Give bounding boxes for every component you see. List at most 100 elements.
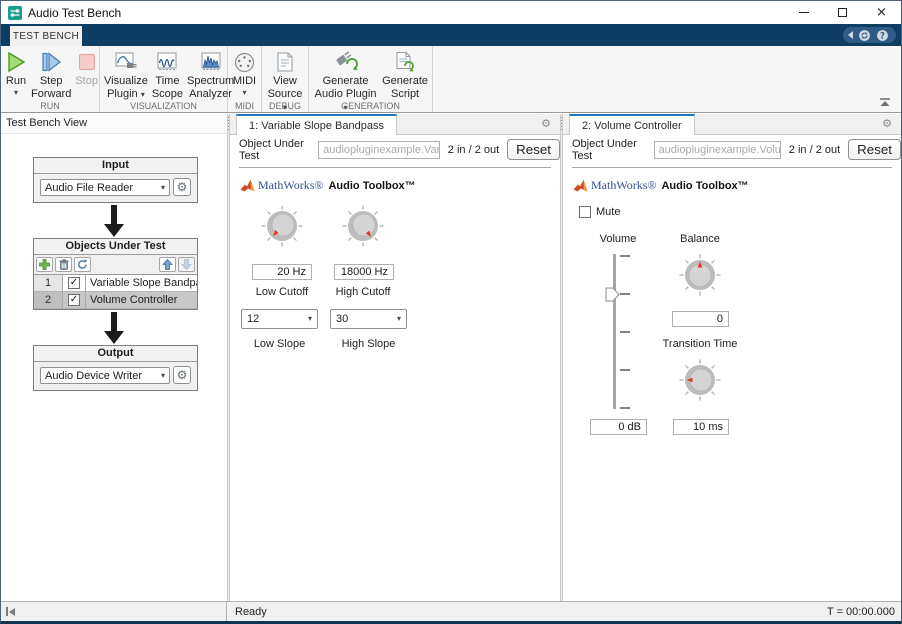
input-settings-button[interactable]: ⚙ (173, 178, 191, 196)
enabled-checkbox[interactable]: ✓ (68, 294, 80, 306)
transition-time-label: Transition Time (650, 338, 750, 350)
object-name[interactable]: Volume Controller (86, 292, 197, 309)
test-bench-view-panel: Test Bench View Input Audio File Reader … (1, 114, 227, 601)
simulation-time: T = 00:00.000 (827, 606, 895, 618)
toolstrip: Run Step Forward Stop RUN (1, 46, 901, 113)
volume-label: Volume (578, 233, 658, 245)
low-cutoff-field[interactable]: 20 Hz (252, 264, 312, 280)
close-button[interactable]: × (862, 1, 901, 24)
object-under-test-label: Object Under Test (239, 138, 310, 162)
visualize-plugin-icon (114, 50, 138, 74)
collapse-panel-button[interactable] (6, 607, 15, 616)
section-generation: Generate Audio Plugin Generate Script GE… (309, 46, 433, 112)
section-visualization: Visualize Plugin Time Scope (100, 46, 228, 112)
panel2-settings-gear-icon[interactable]: ⚙ (882, 118, 892, 129)
io-count: 2 in / 2 out (448, 144, 499, 156)
generate-script-button[interactable]: Generate Script (382, 50, 428, 101)
brand-row: MathWorks® Audio Toolbox™ (573, 178, 749, 193)
balance-knob[interactable] (678, 253, 722, 300)
mathworks-wordmark: MathWorks® (591, 178, 656, 193)
section-midi: MIDI MIDI (228, 46, 262, 112)
run-icon (5, 50, 27, 74)
main-area: Test Bench View Input Audio File Reader … (1, 114, 901, 601)
mathworks-logo-icon (240, 179, 255, 192)
low-cutoff-label: Low Cutoff (242, 286, 322, 298)
output-settings-button[interactable]: ⚙ (173, 366, 191, 384)
high-slope-dropdown[interactable]: 30 (330, 309, 407, 329)
generate-audio-plugin-icon (334, 50, 358, 74)
minimize-button[interactable] (784, 1, 823, 24)
signal-flow-diagram: Input Audio File Reader ⚙ Objects Under … (1, 134, 227, 601)
volume-slider[interactable] (603, 252, 633, 417)
section-label-debug: DEBUG (262, 101, 308, 111)
high-cutoff-field[interactable]: 18000 Hz (334, 264, 394, 280)
step-forward-button[interactable]: Step Forward (31, 50, 71, 101)
object-row-2[interactable]: 2 ✓ Volume Controller (34, 292, 197, 309)
help-icon[interactable]: ? (876, 29, 889, 42)
flow-arrow-down-icon (101, 312, 127, 345)
high-slope-label: High Slope (330, 338, 407, 350)
sync-icon[interactable] (858, 29, 871, 42)
objects-under-test-box: Objects Under Test (33, 238, 198, 310)
stop-button[interactable]: Stop (75, 50, 98, 88)
row-number: 2 (34, 292, 63, 309)
stop-icon (76, 50, 98, 74)
low-slope-label: Low Slope (241, 338, 318, 350)
run-button[interactable]: Run (5, 50, 27, 97)
panel1-settings-gear-icon[interactable]: ⚙ (541, 118, 551, 129)
balance-field[interactable]: 0 (672, 311, 729, 327)
object-under-test-field[interactable]: audiopluginexample.VarSlopeBand (318, 141, 440, 159)
visualize-plugin-button[interactable]: Visualize Plugin (104, 50, 148, 101)
mathworks-logo-icon (573, 179, 588, 192)
tab-test-bench[interactable]: TEST BENCH (10, 26, 82, 46)
variable-slope-bandpass-panel: 1: Variable Slope Bandpass ⚙ Object Unde… (230, 114, 560, 601)
low-slope-dropdown[interactable]: 12 (241, 309, 318, 329)
output-box: Output Audio Device Writer ⚙ (33, 345, 198, 391)
object-under-test-field[interactable]: audiopluginexample.VolumeControl (654, 141, 781, 159)
move-up-button[interactable] (159, 257, 176, 272)
row-checkbox-cell: ✓ (63, 275, 86, 292)
svg-text:?: ? (880, 31, 885, 41)
maximize-button[interactable] (823, 1, 862, 24)
output-device-dropdown[interactable]: Audio Device Writer (40, 367, 170, 384)
transition-time-knob[interactable] (678, 358, 722, 405)
balance-label: Balance (660, 233, 740, 245)
reset-button[interactable]: Reset (507, 139, 560, 160)
tab-variable-slope-bandpass[interactable]: 1: Variable Slope Bandpass (236, 114, 397, 135)
enabled-checkbox[interactable]: ✓ (68, 277, 80, 289)
reset-button[interactable]: Reset (848, 139, 901, 160)
title-bar: Audio Test Bench × (1, 1, 901, 24)
step-forward-icon (40, 50, 62, 74)
volume-field[interactable]: 0 dB (590, 419, 647, 435)
maximize-icon (838, 8, 847, 17)
add-object-button[interactable] (36, 257, 53, 272)
panel-title-test-bench-view: Test Bench View (1, 114, 227, 134)
section-label-generation: GENERATION (309, 101, 432, 111)
dropdown-caret-icon (242, 89, 246, 97)
object-name[interactable]: Variable Slope Bandpass (86, 275, 197, 292)
collapse-toolstrip-button[interactable] (879, 98, 891, 107)
ribbon-quick-access: ? (843, 27, 896, 43)
refresh-object-button[interactable] (74, 257, 91, 272)
tab-volume-controller[interactable]: 2: Volume Controller (569, 114, 695, 135)
midi-button[interactable]: MIDI (232, 50, 257, 97)
mute-checkbox[interactable] (579, 206, 591, 218)
midi-icon (234, 50, 255, 74)
input-source-dropdown[interactable]: Audio File Reader (40, 179, 170, 196)
app-icon (8, 6, 22, 20)
output-header: Output (34, 346, 197, 362)
move-down-button[interactable] (178, 257, 195, 272)
collapse-left-icon[interactable] (848, 31, 853, 39)
high-cutoff-label: High Cutoff (323, 286, 403, 298)
transition-time-field[interactable]: 10 ms (673, 419, 729, 435)
chevron-down-icon (397, 315, 401, 323)
delete-object-button[interactable] (55, 257, 72, 272)
object-row-1[interactable]: 1 ✓ Variable Slope Bandpass (34, 275, 197, 292)
chevron-down-icon (161, 184, 165, 192)
high-cutoff-knob[interactable] (341, 204, 385, 251)
low-cutoff-knob[interactable] (260, 204, 304, 251)
panel1-tabbar: 1: Variable Slope Bandpass ⚙ (230, 114, 560, 135)
objects-under-test-header: Objects Under Test (34, 239, 197, 255)
time-scope-button[interactable]: Time Scope (152, 50, 183, 101)
spectrum-analyzer-icon (200, 50, 222, 74)
